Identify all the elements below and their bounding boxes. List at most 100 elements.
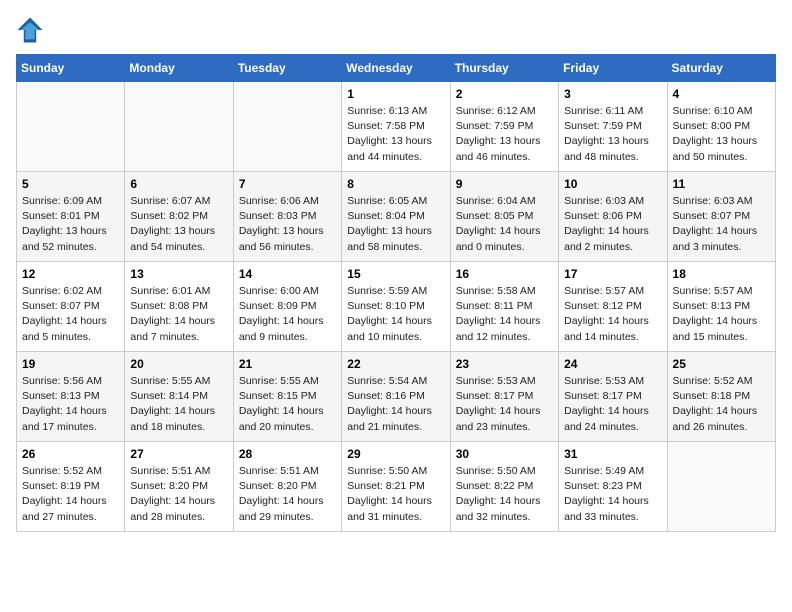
calendar-cell: 14Sunrise: 6:00 AMSunset: 8:09 PMDayligh…: [233, 262, 341, 352]
calendar-cell: [667, 442, 775, 532]
calendar-cell: [125, 82, 233, 172]
day-number: 7: [239, 177, 336, 191]
day-info: Sunrise: 6:09 AMSunset: 8:01 PMDaylight:…: [22, 194, 119, 255]
calendar-cell: 4 Sunrise: 6:10 AMSunset: 8:00 PMDaylight…: [667, 82, 775, 172]
day-number: 8: [347, 177, 444, 191]
calendar-week-row: 5 Sunrise: 6:09 AMSunset: 8:01 PMDaylight…: [17, 172, 776, 262]
calendar-cell: 30 Sunrise: 5:50 AMSunset: 8:22 PMDayligh…: [450, 442, 558, 532]
calendar-cell: 19 Sunrise: 5:56 AMSunset: 8:13 PMDayligh…: [17, 352, 125, 442]
day-number: 29: [347, 447, 444, 461]
day-number: 28: [239, 447, 336, 461]
calendar-cell: 27 Sunrise: 5:51 AMSunset: 8:20 PMDayligh…: [125, 442, 233, 532]
weekday-header-monday: Monday: [125, 55, 233, 82]
day-info: Sunrise: 6:03 AMSunset: 8:06 PMDaylight:…: [564, 194, 661, 255]
calendar-cell: 26 Sunrise: 5:52 AMSunset: 8:19 PMDayligh…: [17, 442, 125, 532]
weekday-header-saturday: Saturday: [667, 55, 775, 82]
day-number: 13: [130, 267, 227, 281]
calendar-cell: 28 Sunrise: 5:51 AMSunset: 8:20 PMDayligh…: [233, 442, 341, 532]
day-number: 21: [239, 357, 336, 371]
calendar-cell: 25 Sunrise: 5:52 AMSunset: 8:18 PMDayligh…: [667, 352, 775, 442]
day-info: Sunrise: 5:49 AMSunset: 8:23 PMDaylight:…: [564, 464, 661, 525]
day-number: 15: [347, 267, 444, 281]
day-number: 25: [673, 357, 770, 371]
calendar-cell: 10 Sunrise: 6:03 AMSunset: 8:06 PMDayligh…: [559, 172, 667, 262]
calendar-cell: 8Sunrise: 6:05 AMSunset: 8:04 PMDaylight…: [342, 172, 450, 262]
day-number: 22: [347, 357, 444, 371]
day-info: Sunrise: 5:51 AMSunset: 8:20 PMDaylight:…: [130, 464, 227, 525]
calendar-cell: 2Sunrise: 6:12 AMSunset: 7:59 PMDaylight…: [450, 82, 558, 172]
day-info: Sunrise: 6:01 AMSunset: 8:08 PMDaylight:…: [130, 284, 227, 345]
calendar-cell: 13 Sunrise: 6:01 AMSunset: 8:08 PMDayligh…: [125, 262, 233, 352]
calendar-cell: 29 Sunrise: 5:50 AMSunset: 8:21 PMDayligh…: [342, 442, 450, 532]
calendar-cell: 23 Sunrise: 5:53 AMSunset: 8:17 PMDayligh…: [450, 352, 558, 442]
calendar-cell: 21 Sunrise: 5:55 AMSunset: 8:15 PMDayligh…: [233, 352, 341, 442]
calendar-cell: 15 Sunrise: 5:59 AMSunset: 8:10 PMDayligh…: [342, 262, 450, 352]
day-info: Sunrise: 6:04 AMSunset: 8:05 PMDaylight:…: [456, 194, 553, 255]
day-number: 12: [22, 267, 119, 281]
day-number: 1: [347, 87, 444, 101]
day-number: 27: [130, 447, 227, 461]
weekday-header-tuesday: Tuesday: [233, 55, 341, 82]
day-info: Sunrise: 6:07 AMSunset: 8:02 PMDaylight:…: [130, 194, 227, 255]
weekday-header-friday: Friday: [559, 55, 667, 82]
calendar-cell: 18Sunrise: 5:57 AMSunset: 8:13 PMDayligh…: [667, 262, 775, 352]
calendar-week-row: 1Sunrise: 6:13 AMSunset: 7:58 PMDaylight…: [17, 82, 776, 172]
day-number: 9: [456, 177, 553, 191]
day-info: Sunrise: 5:51 AMSunset: 8:20 PMDaylight:…: [239, 464, 336, 525]
day-number: 18: [673, 267, 770, 281]
calendar-cell: [233, 82, 341, 172]
day-number: 6: [130, 177, 227, 191]
calendar-cell: 17 Sunrise: 5:57 AMSunset: 8:12 PMDayligh…: [559, 262, 667, 352]
day-number: 3: [564, 87, 661, 101]
day-info: Sunrise: 5:54 AMSunset: 8:16 PMDaylight:…: [347, 374, 444, 435]
calendar-cell: 11 Sunrise: 6:03 AMSunset: 8:07 PMDayligh…: [667, 172, 775, 262]
day-info: Sunrise: 6:10 AMSunset: 8:00 PMDaylight:…: [673, 104, 770, 165]
day-number: 11: [673, 177, 770, 191]
weekday-header-row: SundayMondayTuesdayWednesdayThursdayFrid…: [17, 55, 776, 82]
day-info: Sunrise: 6:02 AMSunset: 8:07 PMDaylight:…: [22, 284, 119, 345]
calendar-cell: 5 Sunrise: 6:09 AMSunset: 8:01 PMDaylight…: [17, 172, 125, 262]
day-number: 26: [22, 447, 119, 461]
weekday-header-wednesday: Wednesday: [342, 55, 450, 82]
calendar-cell: 24 Sunrise: 5:53 AMSunset: 8:17 PMDayligh…: [559, 352, 667, 442]
day-number: 17: [564, 267, 661, 281]
calendar-cell: 12 Sunrise: 6:02 AMSunset: 8:07 PMDayligh…: [17, 262, 125, 352]
calendar-table: SundayMondayTuesdayWednesdayThursdayFrid…: [16, 54, 776, 532]
day-number: 16: [456, 267, 553, 281]
day-info: Sunrise: 5:55 AMSunset: 8:15 PMDaylight:…: [239, 374, 336, 435]
day-info: Sunrise: 5:53 AMSunset: 8:17 PMDaylight:…: [456, 374, 553, 435]
day-number: 5: [22, 177, 119, 191]
day-number: 19: [22, 357, 119, 371]
day-number: 23: [456, 357, 553, 371]
calendar-week-row: 26 Sunrise: 5:52 AMSunset: 8:19 PMDayligh…: [17, 442, 776, 532]
day-info: Sunrise: 5:50 AMSunset: 8:21 PMDaylight:…: [347, 464, 444, 525]
day-info: Sunrise: 5:52 AMSunset: 8:18 PMDaylight:…: [673, 374, 770, 435]
day-number: 20: [130, 357, 227, 371]
day-number: 10: [564, 177, 661, 191]
day-info: Sunrise: 5:53 AMSunset: 8:17 PMDaylight:…: [564, 374, 661, 435]
day-info: Sunrise: 6:06 AMSunset: 8:03 PMDaylight:…: [239, 194, 336, 255]
day-number: 24: [564, 357, 661, 371]
day-info: Sunrise: 5:56 AMSunset: 8:13 PMDaylight:…: [22, 374, 119, 435]
calendar-cell: 31Sunrise: 5:49 AMSunset: 8:23 PMDayligh…: [559, 442, 667, 532]
calendar-cell: 16 Sunrise: 5:58 AMSunset: 8:11 PMDayligh…: [450, 262, 558, 352]
logo-icon: [16, 16, 44, 44]
day-info: Sunrise: 5:59 AMSunset: 8:10 PMDaylight:…: [347, 284, 444, 345]
calendar-cell: 1Sunrise: 6:13 AMSunset: 7:58 PMDaylight…: [342, 82, 450, 172]
calendar-cell: 9 Sunrise: 6:04 AMSunset: 8:05 PMDaylight…: [450, 172, 558, 262]
calendar-week-row: 12 Sunrise: 6:02 AMSunset: 8:07 PMDayligh…: [17, 262, 776, 352]
day-number: 14: [239, 267, 336, 281]
calendar-cell: 20Sunrise: 5:55 AMSunset: 8:14 PMDayligh…: [125, 352, 233, 442]
calendar-cell: 22 Sunrise: 5:54 AMSunset: 8:16 PMDayligh…: [342, 352, 450, 442]
page-header: [16, 16, 776, 44]
day-info: Sunrise: 5:58 AMSunset: 8:11 PMDaylight:…: [456, 284, 553, 345]
calendar-week-row: 19 Sunrise: 5:56 AMSunset: 8:13 PMDayligh…: [17, 352, 776, 442]
weekday-header-sunday: Sunday: [17, 55, 125, 82]
day-info: Sunrise: 5:50 AMSunset: 8:22 PMDaylight:…: [456, 464, 553, 525]
day-info: Sunrise: 6:03 AMSunset: 8:07 PMDaylight:…: [673, 194, 770, 255]
day-info: Sunrise: 5:52 AMSunset: 8:19 PMDaylight:…: [22, 464, 119, 525]
day-info: Sunrise: 5:57 AMSunset: 8:12 PMDaylight:…: [564, 284, 661, 345]
day-number: 4: [673, 87, 770, 101]
day-number: 30: [456, 447, 553, 461]
calendar-cell: 3Sunrise: 6:11 AMSunset: 7:59 PMDaylight…: [559, 82, 667, 172]
